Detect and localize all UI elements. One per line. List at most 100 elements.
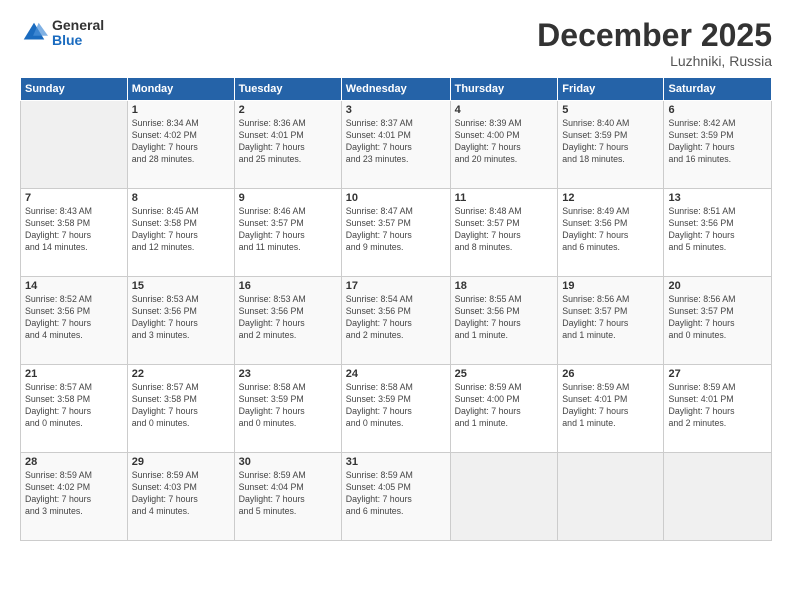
table-row: 11 Sunrise: 8:48 AMSunset: 3:57 PMDayligh… (450, 189, 558, 277)
day-info: Sunrise: 8:52 AMSunset: 3:56 PMDaylight:… (25, 294, 123, 342)
day-info: Sunrise: 8:39 AMSunset: 4:00 PMDaylight:… (455, 118, 554, 166)
day-info: Sunrise: 8:53 AMSunset: 3:56 PMDaylight:… (239, 294, 337, 342)
day-number: 27 (668, 368, 767, 380)
day-number: 19 (562, 280, 659, 292)
table-row: 8 Sunrise: 8:45 AMSunset: 3:58 PMDaylight… (127, 189, 234, 277)
calendar-week-row: 7 Sunrise: 8:43 AMSunset: 3:58 PMDaylight… (21, 189, 772, 277)
col-saturday: Saturday (664, 78, 772, 101)
day-info: Sunrise: 8:42 AMSunset: 3:59 PMDaylight:… (668, 118, 767, 166)
table-row: 18 Sunrise: 8:55 AMSunset: 3:56 PMDayligh… (450, 277, 558, 365)
day-info: Sunrise: 8:56 AMSunset: 3:57 PMDaylight:… (562, 294, 659, 342)
table-row: 15 Sunrise: 8:53 AMSunset: 3:56 PMDayligh… (127, 277, 234, 365)
table-row: 2 Sunrise: 8:36 AMSunset: 4:01 PMDaylight… (234, 101, 341, 189)
col-wednesday: Wednesday (341, 78, 450, 101)
table-row: 5 Sunrise: 8:40 AMSunset: 3:59 PMDaylight… (558, 101, 664, 189)
col-tuesday: Tuesday (234, 78, 341, 101)
day-info: Sunrise: 8:58 AMSunset: 3:59 PMDaylight:… (239, 382, 337, 430)
day-info: Sunrise: 8:58 AMSunset: 3:59 PMDaylight:… (346, 382, 446, 430)
day-info: Sunrise: 8:55 AMSunset: 3:56 PMDaylight:… (455, 294, 554, 342)
table-row: 9 Sunrise: 8:46 AMSunset: 3:57 PMDaylight… (234, 189, 341, 277)
day-number: 17 (346, 280, 446, 292)
day-number: 21 (25, 368, 123, 380)
col-monday: Monday (127, 78, 234, 101)
day-number: 8 (132, 192, 230, 204)
day-info: Sunrise: 8:49 AMSunset: 3:56 PMDaylight:… (562, 206, 659, 254)
day-info: Sunrise: 8:40 AMSunset: 3:59 PMDaylight:… (562, 118, 659, 166)
calendar-header-row: Sunday Monday Tuesday Wednesday Thursday… (21, 78, 772, 101)
header: General Blue December 2025 Luzhniki, Rus… (20, 18, 772, 69)
day-number: 29 (132, 456, 230, 468)
title-block: December 2025 Luzhniki, Russia (537, 18, 772, 69)
table-row: 14Sunrise: 8:52 AMSunset: 3:56 PMDayligh… (21, 277, 128, 365)
day-number: 26 (562, 368, 659, 380)
day-number: 12 (562, 192, 659, 204)
logo: General Blue (20, 18, 104, 49)
table-row: 17 Sunrise: 8:54 AMSunset: 3:56 PMDayligh… (341, 277, 450, 365)
table-row: 6 Sunrise: 8:42 AMSunset: 3:59 PMDaylight… (664, 101, 772, 189)
col-sunday: Sunday (21, 78, 128, 101)
table-row: 10Sunrise: 8:47 AMSunset: 3:57 PMDayligh… (341, 189, 450, 277)
day-info: Sunrise: 8:54 AMSunset: 3:56 PMDaylight:… (346, 294, 446, 342)
table-row: 28Sunrise: 8:59 AMSunset: 4:02 PMDayligh… (21, 453, 128, 541)
table-row (664, 453, 772, 541)
day-info: Sunrise: 8:56 AMSunset: 3:57 PMDaylight:… (668, 294, 767, 342)
day-number: 11 (455, 192, 554, 204)
table-row: 7 Sunrise: 8:43 AMSunset: 3:58 PMDaylight… (21, 189, 128, 277)
day-number: 5 (562, 104, 659, 116)
day-info: Sunrise: 8:46 AMSunset: 3:57 PMDaylight:… (239, 206, 337, 254)
day-number: 2 (239, 104, 337, 116)
col-thursday: Thursday (450, 78, 558, 101)
day-number: 9 (239, 192, 337, 204)
day-info: Sunrise: 8:37 AMSunset: 4:01 PMDaylight:… (346, 118, 446, 166)
table-row (450, 453, 558, 541)
day-number: 22 (132, 368, 230, 380)
day-info: Sunrise: 8:51 AMSunset: 3:56 PMDaylight:… (668, 206, 767, 254)
day-number: 24 (346, 368, 446, 380)
calendar-week-row: 28Sunrise: 8:59 AMSunset: 4:02 PMDayligh… (21, 453, 772, 541)
day-info: Sunrise: 8:59 AMSunset: 4:03 PMDaylight:… (132, 470, 230, 518)
day-info: Sunrise: 8:47 AMSunset: 3:57 PMDaylight:… (346, 206, 446, 254)
table-row (21, 101, 128, 189)
day-info: Sunrise: 8:59 AMSunset: 4:00 PMDaylight:… (455, 382, 554, 430)
logo-icon (20, 19, 48, 47)
day-number: 16 (239, 280, 337, 292)
page: General Blue December 2025 Luzhniki, Rus… (0, 0, 792, 612)
table-row: 12 Sunrise: 8:49 AMSunset: 3:56 PMDayligh… (558, 189, 664, 277)
table-row: 4Sunrise: 8:39 AMSunset: 4:00 PMDaylight… (450, 101, 558, 189)
day-number: 18 (455, 280, 554, 292)
day-info: Sunrise: 8:48 AMSunset: 3:57 PMDaylight:… (455, 206, 554, 254)
calendar-table: Sunday Monday Tuesday Wednesday Thursday… (20, 77, 772, 541)
table-row: 24 Sunrise: 8:58 AMSunset: 3:59 PMDayligh… (341, 365, 450, 453)
calendar-week-row: 1Sunrise: 8:34 AMSunset: 4:02 PMDaylight… (21, 101, 772, 189)
day-info: Sunrise: 8:59 AMSunset: 4:05 PMDaylight:… (346, 470, 446, 518)
day-info: Sunrise: 8:45 AMSunset: 3:58 PMDaylight:… (132, 206, 230, 254)
table-row: 30Sunrise: 8:59 AMSunset: 4:04 PMDayligh… (234, 453, 341, 541)
day-info: Sunrise: 8:59 AMSunset: 4:02 PMDaylight:… (25, 470, 123, 518)
table-row: 29 Sunrise: 8:59 AMSunset: 4:03 PMDayligh… (127, 453, 234, 541)
logo-blue-text: Blue (52, 33, 104, 48)
table-row: 20Sunrise: 8:56 AMSunset: 3:57 PMDayligh… (664, 277, 772, 365)
day-info: Sunrise: 8:57 AMSunset: 3:58 PMDaylight:… (132, 382, 230, 430)
day-info: Sunrise: 8:57 AMSunset: 3:58 PMDaylight:… (25, 382, 123, 430)
day-number: 23 (239, 368, 337, 380)
table-row: 1Sunrise: 8:34 AMSunset: 4:02 PMDaylight… (127, 101, 234, 189)
table-row: 26 Sunrise: 8:59 AMSunset: 4:01 PMDayligh… (558, 365, 664, 453)
table-row: 23 Sunrise: 8:58 AMSunset: 3:59 PMDayligh… (234, 365, 341, 453)
day-info: Sunrise: 8:53 AMSunset: 3:56 PMDaylight:… (132, 294, 230, 342)
day-number: 3 (346, 104, 446, 116)
table-row: 31Sunrise: 8:59 AMSunset: 4:05 PMDayligh… (341, 453, 450, 541)
table-row: 19 Sunrise: 8:56 AMSunset: 3:57 PMDayligh… (558, 277, 664, 365)
day-number: 7 (25, 192, 123, 204)
day-info: Sunrise: 8:36 AMSunset: 4:01 PMDaylight:… (239, 118, 337, 166)
day-info: Sunrise: 8:43 AMSunset: 3:58 PMDaylight:… (25, 206, 123, 254)
logo-general-text: General (52, 18, 104, 33)
table-row: 16 Sunrise: 8:53 AMSunset: 3:56 PMDayligh… (234, 277, 341, 365)
location: Luzhniki, Russia (537, 53, 772, 69)
table-row: 25Sunrise: 8:59 AMSunset: 4:00 PMDayligh… (450, 365, 558, 453)
day-info: Sunrise: 8:34 AMSunset: 4:02 PMDaylight:… (132, 118, 230, 166)
day-info: Sunrise: 8:59 AMSunset: 4:01 PMDaylight:… (562, 382, 659, 430)
day-number: 6 (668, 104, 767, 116)
table-row: 13Sunrise: 8:51 AMSunset: 3:56 PMDayligh… (664, 189, 772, 277)
day-number: 15 (132, 280, 230, 292)
table-row (558, 453, 664, 541)
